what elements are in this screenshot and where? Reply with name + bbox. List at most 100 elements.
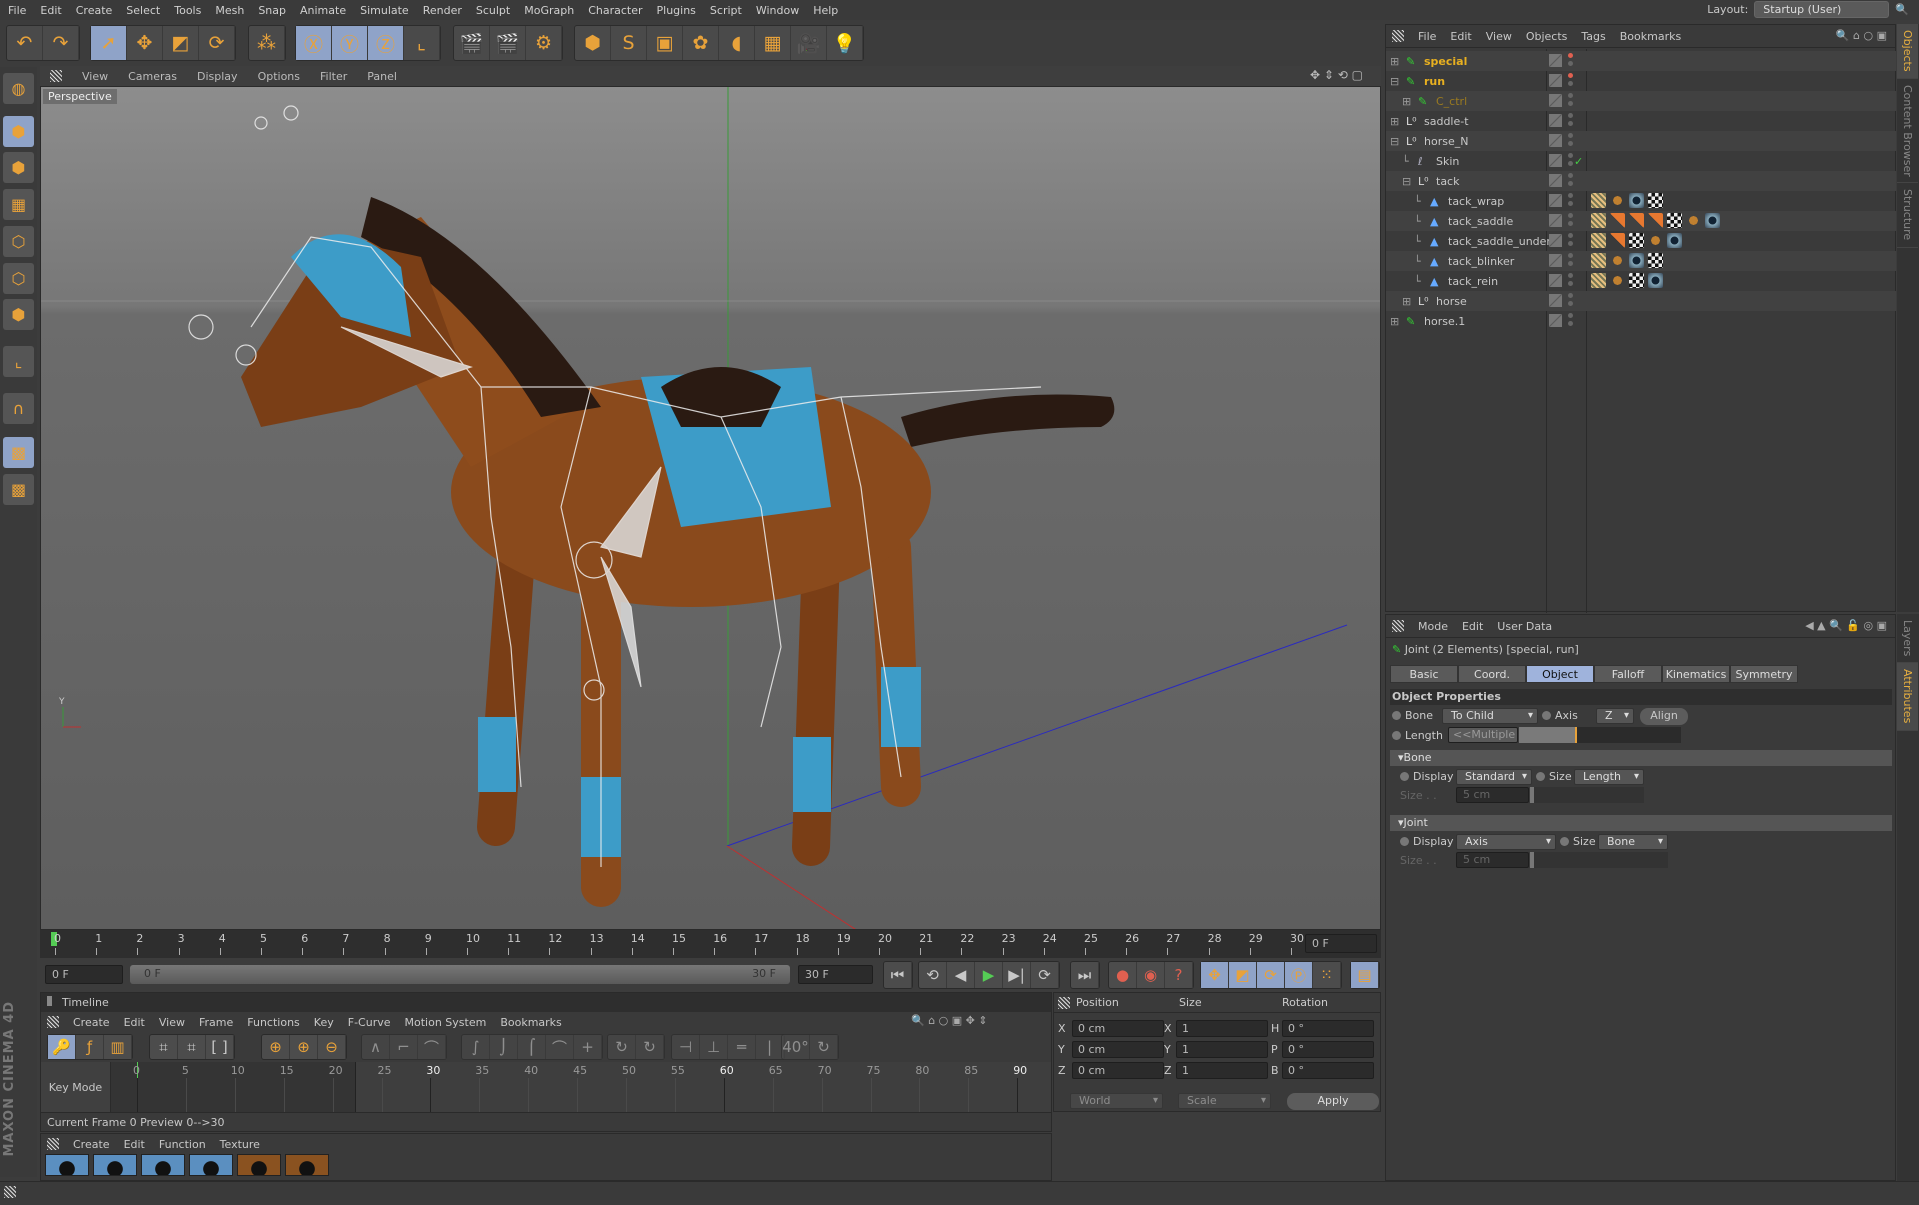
uvw-tag-icon[interactable]	[1648, 193, 1663, 208]
range-end-field[interactable]: 30 F	[798, 965, 873, 984]
side-tab-content-browser[interactable]: Content Browser	[1897, 79, 1918, 184]
object-menu-edit[interactable]: Edit	[1450, 30, 1471, 43]
uvw-tag-icon[interactable]	[1629, 233, 1644, 248]
visibility-dots-icon[interactable]	[1568, 233, 1573, 238]
object-row-saddle-t[interactable]: ⊞ L⁰ saddle-t	[1386, 111, 1896, 131]
viewport-menu-filter[interactable]: Filter	[320, 70, 347, 83]
loop-after-button[interactable]: ↻	[636, 1035, 664, 1059]
object-row-horse[interactable]: ⊞ L⁰ horse	[1386, 291, 1896, 311]
expand-toggle-icon[interactable]: ⊟	[1390, 135, 1399, 148]
range-slider[interactable]: 0 F 30 F	[130, 965, 790, 984]
y-axis-button[interactable]: Ⓨ	[332, 26, 368, 60]
layer-toggle-icon[interactable]	[1549, 74, 1562, 87]
menu-tools[interactable]: Tools	[174, 4, 201, 17]
enabled-check-icon[interactable]: ✓	[1574, 155, 1583, 168]
uvw-tag-icon[interactable]	[1667, 213, 1682, 228]
selection-tag-icon[interactable]	[1610, 213, 1625, 228]
deformer-button[interactable]: ◖	[719, 26, 755, 60]
visibility-dots-icon[interactable]	[1568, 173, 1573, 178]
coord-pos-field[interactable]: 0 cm	[1072, 1041, 1164, 1058]
object-name[interactable]: tack	[1436, 175, 1459, 188]
bone-dropdown[interactable]: To Child	[1442, 708, 1538, 724]
viewport-menu-view[interactable]: View	[82, 70, 108, 83]
make-editable-icon[interactable]: ◍	[3, 73, 34, 104]
menu-sculpt[interactable]: Sculpt	[476, 4, 510, 17]
snap-icon[interactable]: ∩	[3, 393, 34, 424]
range-start-field[interactable]: 0 F	[45, 965, 123, 984]
layer-toggle-icon[interactable]	[1549, 94, 1562, 107]
menu-edit[interactable]: Edit	[40, 4, 61, 17]
object-name[interactable]: C_ctrl	[1436, 95, 1467, 108]
position-key-toggle[interactable]: ✥	[1201, 962, 1229, 988]
viewport-menu-cameras[interactable]: Cameras	[128, 70, 177, 83]
object-name[interactable]: tack_blinker	[1448, 255, 1514, 268]
layer-toggle-icon[interactable]	[1549, 214, 1562, 227]
reset-button[interactable]: ↻	[810, 1035, 838, 1059]
go-to-end-button[interactable]: ⏭	[1070, 961, 1100, 989]
zero-angle-button[interactable]: ⌒	[546, 1035, 574, 1059]
timeline-menu-f-curve[interactable]: F-Curve	[348, 1016, 391, 1029]
expand-toggle-icon[interactable]: ⊞	[1390, 115, 1399, 128]
expand-toggle-icon[interactable]: ⊞	[1390, 315, 1399, 328]
floor-button[interactable]: ▦	[755, 26, 791, 60]
scale-key-toggle[interactable]: ◩	[1229, 962, 1257, 988]
previous-key-button[interactable]: ⟲	[919, 962, 947, 988]
selection-tag-icon[interactable]	[1610, 233, 1625, 248]
motion-mode-button[interactable]: ▥	[104, 1035, 132, 1059]
rotate-button[interactable]: ⟳	[199, 26, 235, 60]
material-menu-create[interactable]: Create	[73, 1138, 110, 1151]
point-level-toggle[interactable]: ⁙	[1313, 962, 1341, 988]
viewport-menu-panel[interactable]: Panel	[367, 70, 397, 83]
keyframe-selection-button[interactable]: ?	[1165, 962, 1193, 988]
object-row-C-ctrl[interactable]: ⊞ ✎ C_ctrl	[1386, 91, 1896, 111]
object-menu-objects[interactable]: Objects	[1526, 30, 1568, 43]
menu-simulate[interactable]: Simulate	[360, 4, 409, 17]
cube-button[interactable]: ⬢	[575, 26, 611, 60]
visibility-dots-icon[interactable]	[1568, 273, 1573, 278]
tab-falloff[interactable]: Falloff	[1594, 665, 1662, 683]
attribute-menu-user-data[interactable]: User Data	[1497, 620, 1552, 633]
menu-character[interactable]: Character	[588, 4, 642, 17]
menu-mograph[interactable]: MoGraph	[524, 4, 574, 17]
timeline-menu-create[interactable]: Create	[73, 1016, 110, 1029]
move-button[interactable]: ✥	[127, 26, 163, 60]
side-tab-objects[interactable]: Objects	[1897, 24, 1918, 79]
joint-size-slider[interactable]	[1530, 852, 1668, 868]
timeline-window-button[interactable]: ▤	[1350, 961, 1380, 989]
model-mode-icon[interactable]: ⬢	[3, 116, 34, 147]
visibility-dots-icon[interactable]	[1568, 313, 1573, 318]
coordinate-system-button[interactable]: ⌞	[404, 26, 440, 60]
object-name[interactable]: run	[1424, 75, 1445, 88]
layer-toggle-icon[interactable]	[1549, 114, 1562, 127]
axis-mode-icon[interactable]: ⌞	[3, 346, 34, 377]
polygons-mode-icon[interactable]: ⬢	[3, 299, 34, 330]
material-menu-function[interactable]: Function	[159, 1138, 206, 1151]
spline-button[interactable]: ⌒	[418, 1035, 446, 1059]
remove-key-button[interactable]: ⊖	[318, 1035, 346, 1059]
select-arrow-button[interactable]: ➚	[91, 26, 127, 60]
coord-size-field[interactable]: 1	[1176, 1062, 1268, 1079]
bone-section-header[interactable]: ▾Bone	[1390, 750, 1892, 766]
coord-mode-dropdown[interactable]: Scale	[1178, 1093, 1271, 1109]
selection-tag-icon[interactable]	[1629, 213, 1644, 228]
menu-select[interactable]: Select	[126, 4, 160, 17]
material-thumbnail[interactable]	[45, 1154, 89, 1176]
menu-render[interactable]: Render	[423, 4, 462, 17]
visibility-dots-icon[interactable]	[1568, 193, 1573, 198]
length-slider[interactable]	[1519, 727, 1681, 743]
viewport-nav-icons[interactable]: ✥ ⇕ ⟲ ▢	[1310, 68, 1363, 82]
length-field[interactable]: <<Multiple	[1448, 727, 1518, 743]
vertex-tag-icon[interactable]	[1610, 253, 1625, 268]
weight-tag-icon[interactable]	[1591, 273, 1606, 288]
side-tab-attributes[interactable]: Attributes	[1897, 663, 1918, 731]
locked-workplane-icon[interactable]: ▩	[3, 474, 34, 505]
timeline-menu-edit[interactable]: Edit	[124, 1016, 145, 1029]
menu-snap[interactable]: Snap	[258, 4, 286, 17]
object-menu-file[interactable]: File	[1418, 30, 1436, 43]
timeline-menu-functions[interactable]: Functions	[247, 1016, 300, 1029]
bone-size-slider[interactable]	[1530, 787, 1644, 803]
object-row-tack-blinker[interactable]: └ ▲ tack_blinker	[1386, 251, 1896, 271]
object-row-run[interactable]: ⊟ ✎ run	[1386, 71, 1896, 91]
joint-size-dropdown[interactable]: Bone	[1598, 834, 1668, 850]
break-tangents-button[interactable]: ═	[728, 1035, 756, 1059]
